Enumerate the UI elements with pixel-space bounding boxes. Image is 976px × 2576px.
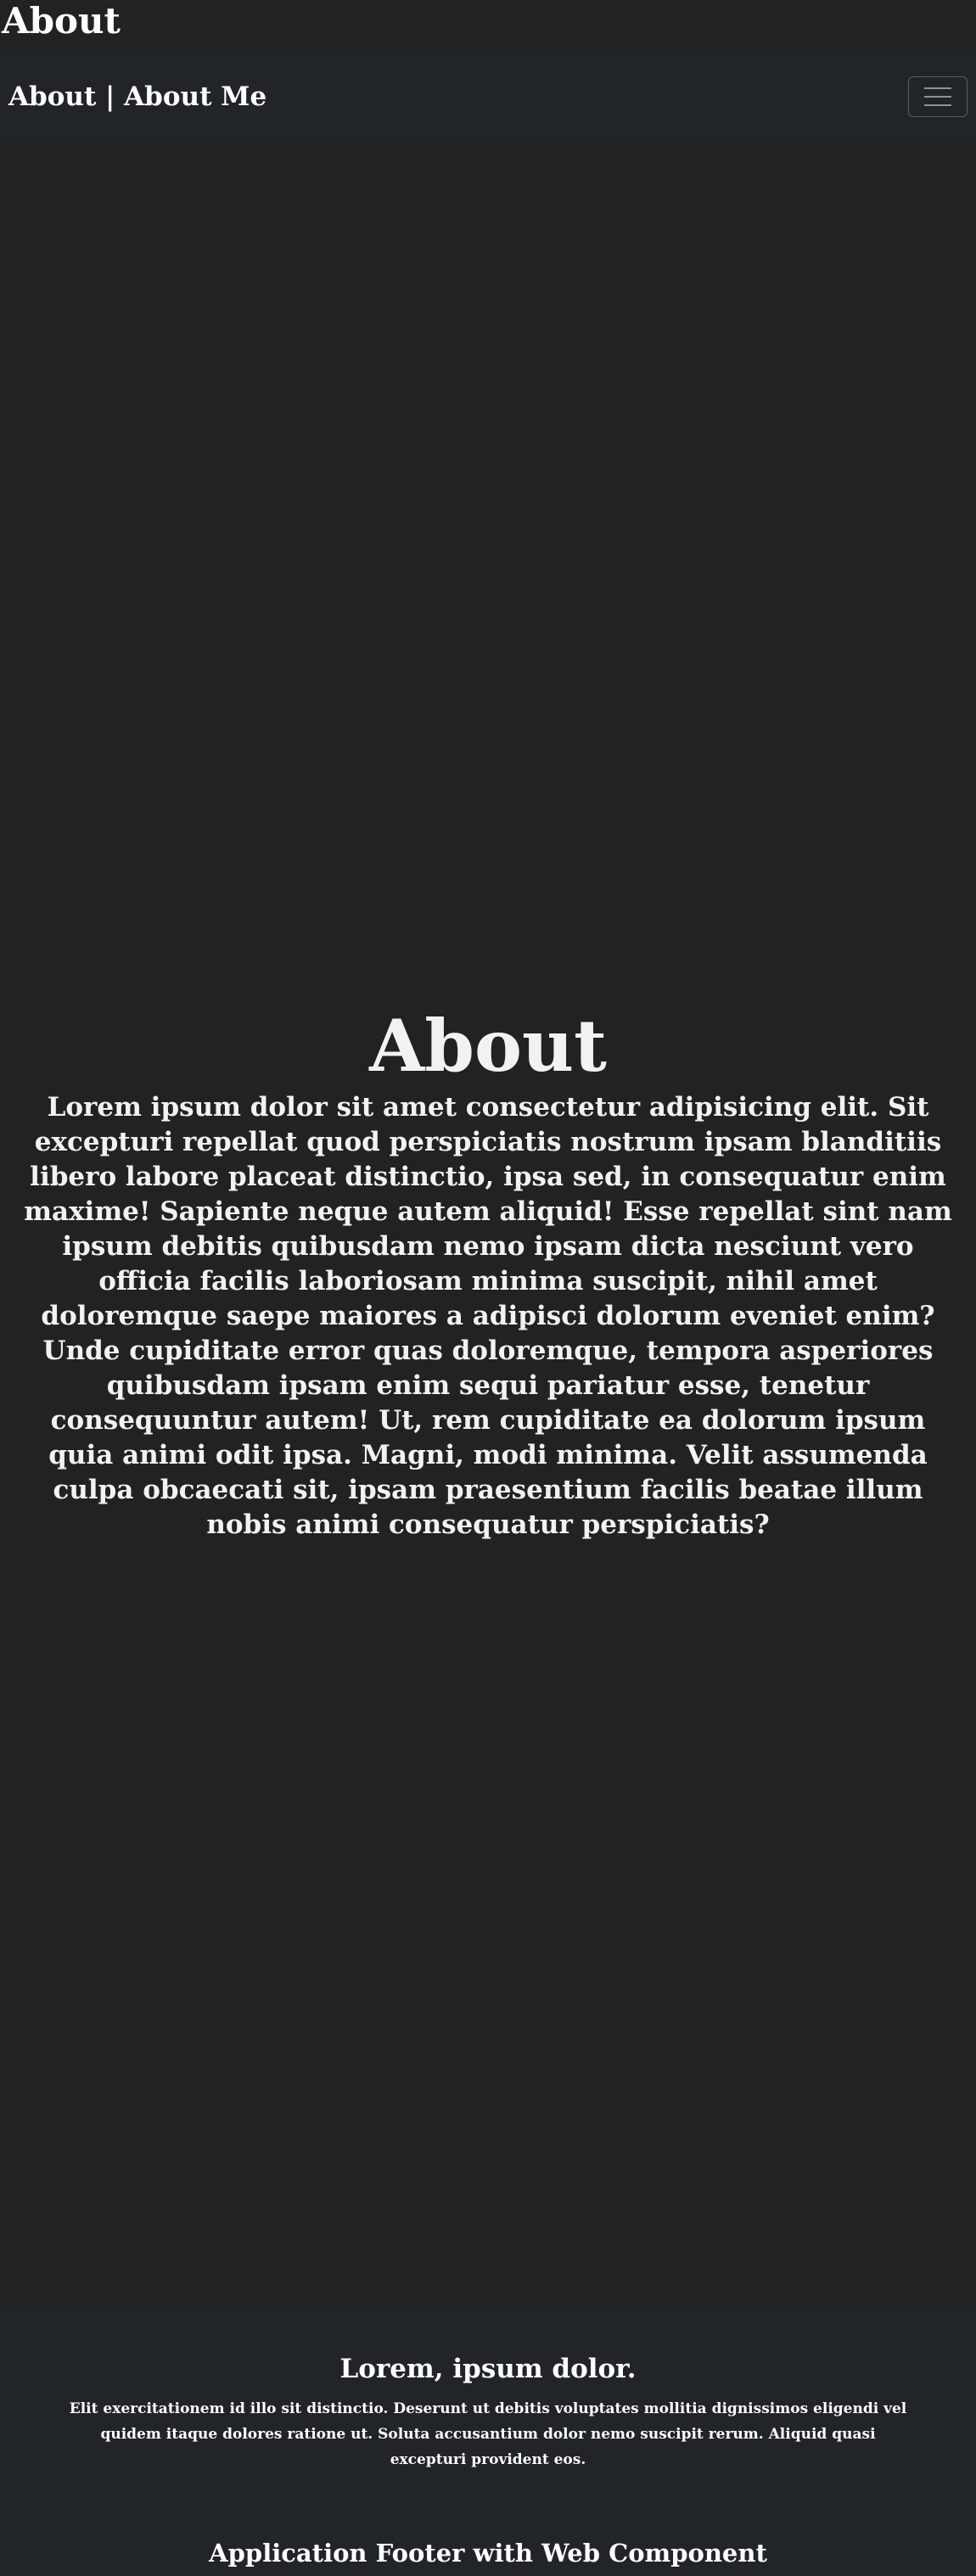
footer-web-component-label: Application Footer with Web Component (209, 2539, 767, 2568)
navbar-brand[interactable]: About | About Me (8, 81, 266, 112)
footer-text: Elit exercitationem id illo sit distinct… (69, 2400, 907, 2468)
hamburger-icon-line (924, 104, 951, 106)
about-heading: About (369, 1004, 607, 1088)
about-section: About Lorem ipsum dolor sit amet consect… (0, 1002, 976, 1543)
main-content: About Lorem ipsum dolor sit amet consect… (0, 140, 976, 2310)
page-top-title: About (2, 0, 121, 42)
footer-title: Lorem, ipsum dolor. (339, 2354, 637, 2384)
hamburger-icon-line (924, 95, 951, 98)
about-paragraph: Lorem ipsum dolor sit amet consectetur a… (24, 1092, 952, 1540)
hamburger-icon (924, 87, 951, 89)
navbar: About | About Me (0, 53, 976, 140)
footer: Lorem, ipsum dolor. Elit exercitationem … (0, 2310, 976, 2576)
navbar-toggle-button[interactable] (908, 76, 968, 117)
